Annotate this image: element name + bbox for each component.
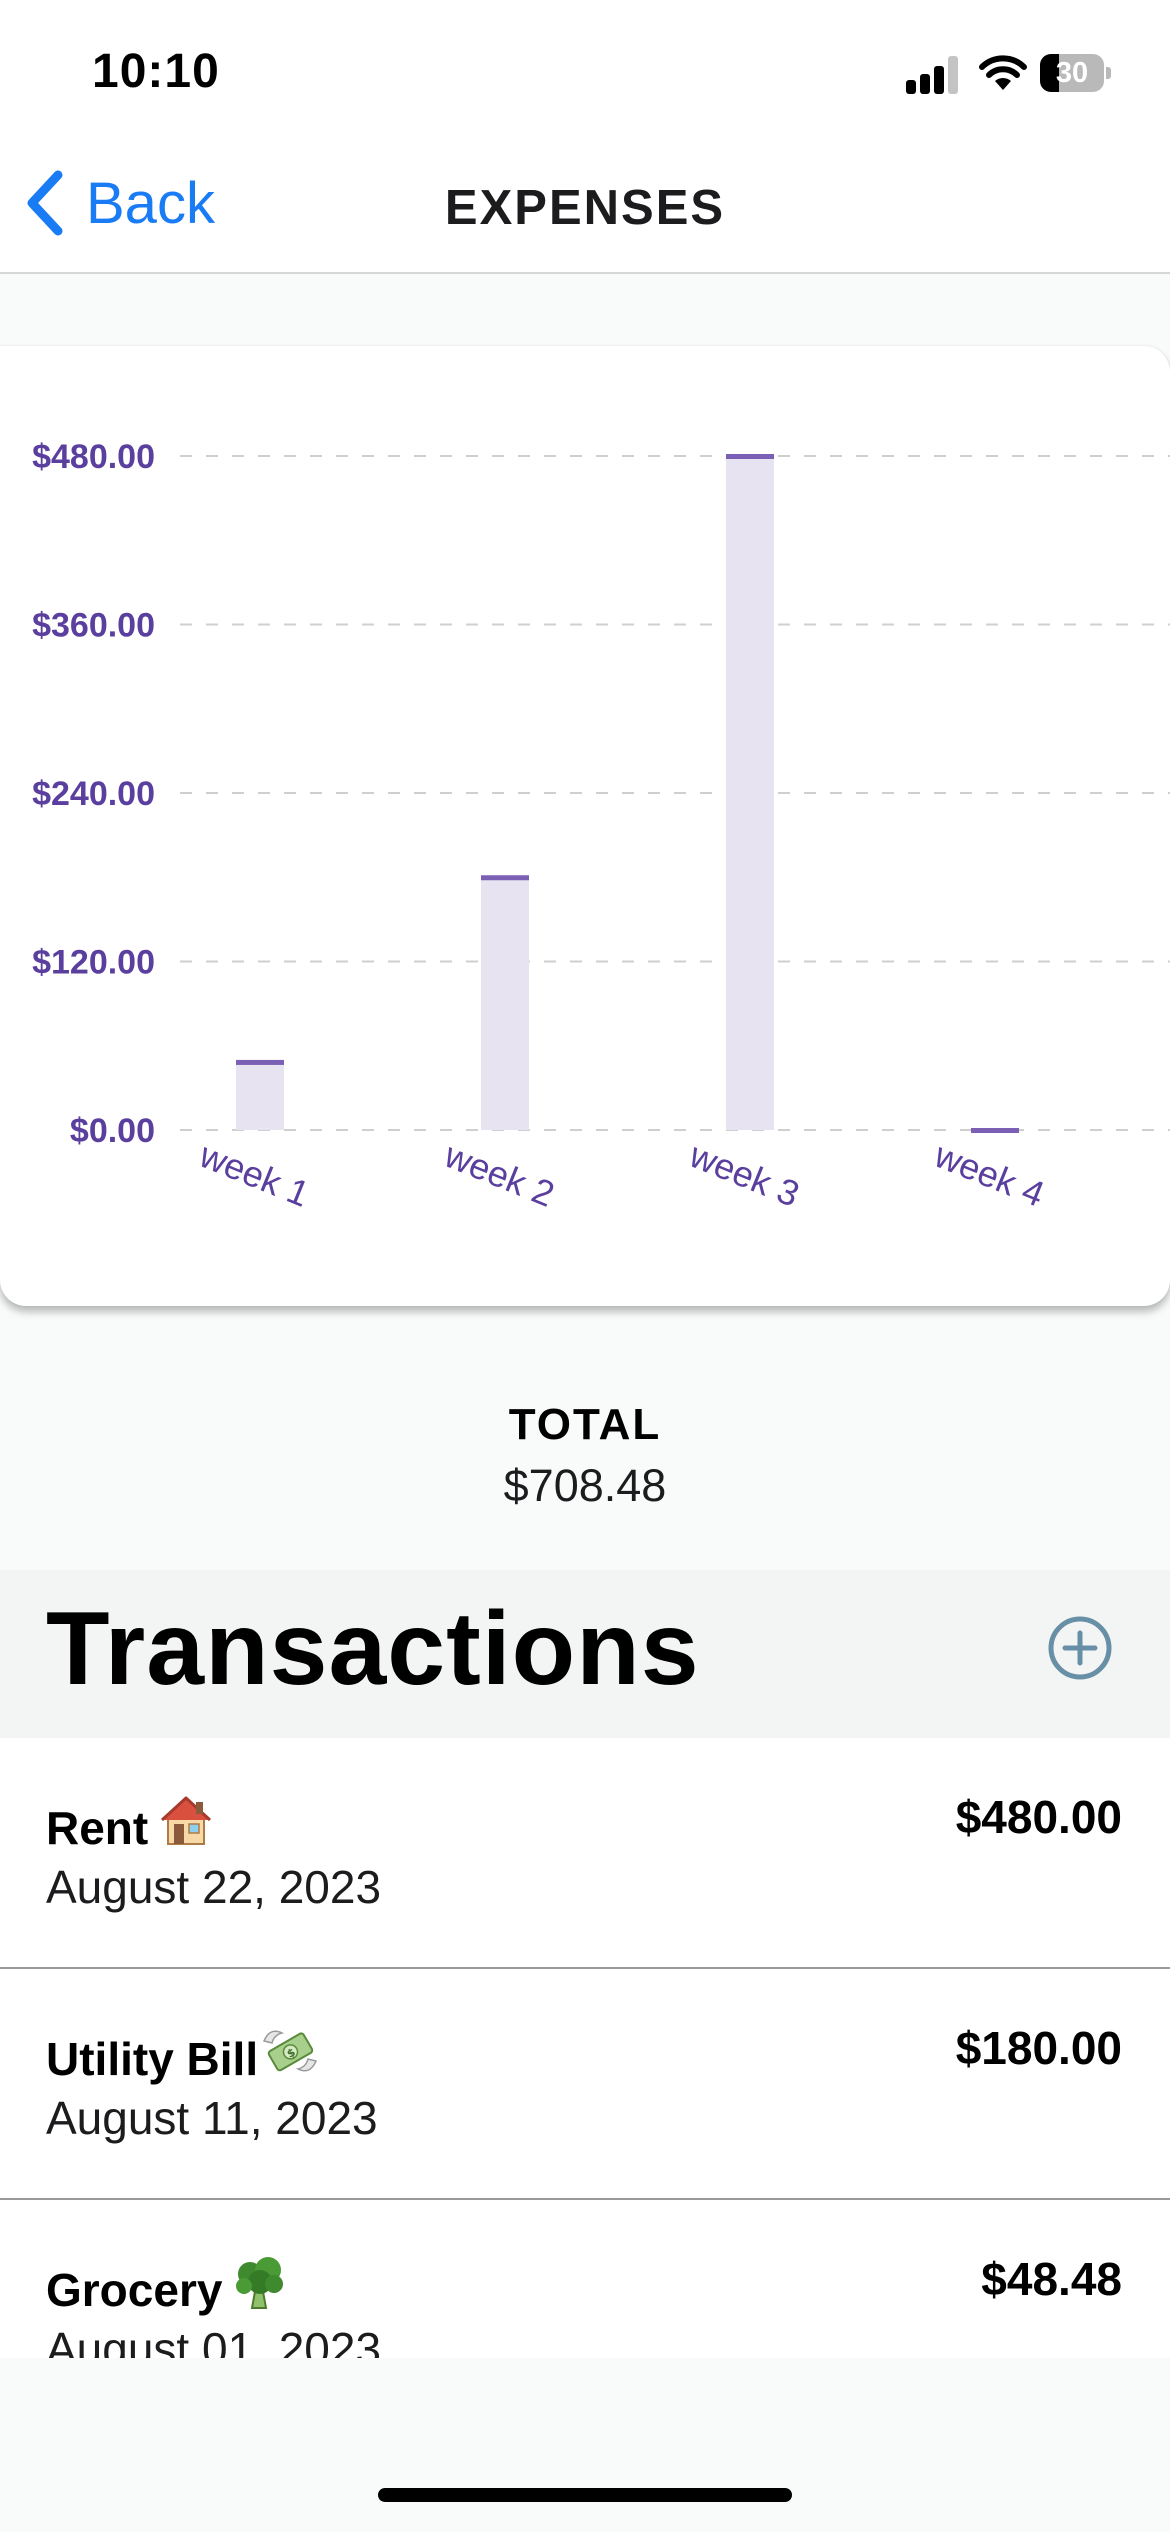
x-tick-label: week 4	[928, 1134, 1050, 1215]
x-tick-label: week 2	[438, 1134, 560, 1215]
y-tick-label: $0.00	[70, 1112, 155, 1150]
transactions-header: Transactions	[0, 1570, 1170, 1738]
weekly-expenses-bar-chart: $0.00 $120.00 $240.00 $360.00 $480.00 week 1 w…	[32, 438, 1170, 1215]
bar	[481, 877, 529, 1130]
bar	[726, 456, 774, 1130]
total-value: $708.48	[503, 1460, 667, 1511]
battery-percent: 30	[1055, 57, 1089, 89]
bar-cap	[236, 1059, 284, 1065]
y-tick-label: $360.00	[32, 607, 155, 645]
bar-cap	[481, 875, 529, 881]
house-emoji-icon	[156, 1790, 216, 1861]
bar-cap	[726, 454, 774, 459]
transaction-date: August 11, 2023	[46, 2092, 378, 2144]
transactions-list: Rent August 22, 2023 $480.00 Utility Bil…	[0, 1738, 1170, 2358]
y-tick-label: $480.00	[32, 438, 155, 476]
total-label: TOTAL	[508, 1400, 662, 1449]
transaction-row[interactable]: Grocery August 01, 2023 $48.48	[0, 2200, 1170, 2358]
y-tick-label: $240.00	[32, 775, 155, 813]
transaction-amount: $48.48	[981, 2253, 1122, 2305]
bar	[236, 1061, 284, 1130]
transaction-row[interactable]: Rent August 22, 2023 $480.00	[0, 1738, 1170, 1969]
expenses-chart-card: $0.00 $120.00 $240.00 $360.00 $480.00 week 1 w…	[0, 346, 1170, 1306]
home-indicator	[378, 2488, 792, 2502]
y-tick-label: $120.00	[32, 944, 155, 982]
transaction-name: Rent	[46, 1790, 216, 1861]
transaction-name: Utility Bill $	[46, 2021, 320, 2092]
wifi-icon	[978, 52, 1028, 92]
transaction-name-text: Rent	[46, 1802, 149, 1854]
transaction-row[interactable]: Utility Bill $ August 11, 2023 $180.00	[0, 1969, 1170, 2200]
transactions-title: Transactions	[46, 1591, 700, 1707]
broccoli-emoji-icon	[230, 2252, 290, 2323]
navigation-bar: Back EXPENSES	[0, 140, 1170, 274]
transaction-name-text: Utility Bill	[46, 2033, 259, 2085]
cellular-signal-icon	[906, 56, 960, 94]
status-time: 10:10	[92, 45, 220, 98]
plus-circle-icon[interactable]	[1046, 1614, 1114, 1682]
battery-icon: 30	[1040, 54, 1111, 92]
transaction-date: August 22, 2023	[46, 1861, 382, 1913]
x-tick-label: week 3	[683, 1134, 805, 1215]
transaction-amount: $480.00	[955, 1791, 1122, 1843]
transaction-name: Grocery	[46, 2252, 290, 2323]
page-title: EXPENSES	[444, 181, 726, 235]
transaction-amount: $180.00	[955, 2022, 1122, 2074]
x-tick-label: week 1	[193, 1134, 315, 1215]
bar-cap	[971, 1128, 1019, 1133]
transaction-name-text: Grocery	[46, 2264, 223, 2316]
transaction-date: August 01, 2023	[46, 2323, 382, 2358]
status-bar: 10:10 30	[0, 0, 1170, 140]
money-with-wings-emoji-icon: $	[260, 2021, 320, 2092]
